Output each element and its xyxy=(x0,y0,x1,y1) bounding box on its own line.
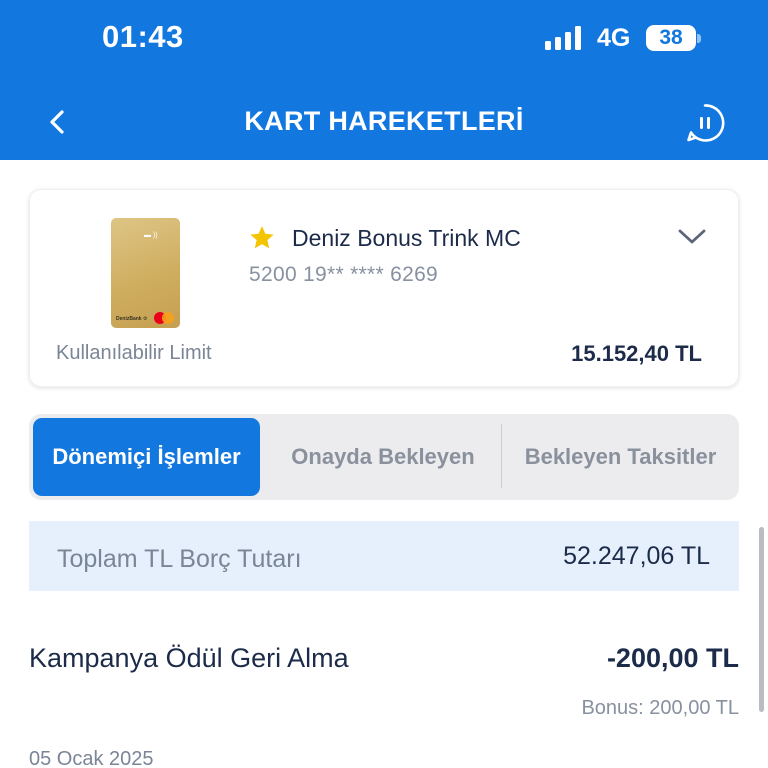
network-type: 4G xyxy=(597,24,631,52)
scrollbar[interactable] xyxy=(759,527,764,712)
card-number: 5200 19** **** 6269 xyxy=(249,263,439,286)
date-header: 05 Ocak 2025 xyxy=(29,748,154,768)
signal-icon xyxy=(545,26,585,50)
battery-icon: 38 xyxy=(646,25,696,51)
limit-label: Kullanılabilir Limit xyxy=(56,342,212,364)
battery-tip xyxy=(697,34,701,43)
chat-pause-icon[interactable] xyxy=(685,103,725,143)
tab-onayda-bekleyen[interactable]: Onayda Bekleyen xyxy=(265,414,501,500)
transaction-amount: -200,00 TL xyxy=(606,643,739,673)
chevron-down-icon[interactable] xyxy=(676,226,708,248)
total-debt-label: Toplam TL Borç Tutarı xyxy=(57,545,302,573)
tab-bar: Dönemiçi İşlemler Onayda Bekleyen Bekley… xyxy=(29,414,739,500)
page-title: KART HAREKETLERİ xyxy=(244,106,524,136)
transaction-bonus: Bonus: 200,00 TL xyxy=(581,697,739,719)
limit-value: 15.152,40 TL xyxy=(571,341,702,366)
card-name: Deniz Bonus Trink MC xyxy=(292,225,521,251)
tab-donemici-islemler[interactable]: Dönemiçi İşlemler xyxy=(33,418,260,496)
tab-bekleyen-taksitler[interactable]: Bekleyen Taksitler xyxy=(502,414,739,500)
card-selector[interactable]: ▬ )) DenizBank ⚙ Deniz Bonus Trink MC 52… xyxy=(29,189,739,387)
star-icon[interactable] xyxy=(248,224,276,252)
status-time: 01:43 xyxy=(102,19,184,54)
total-debt-row: Toplam TL Borç Tutarı 52.247,06 TL xyxy=(29,521,739,591)
transaction-title[interactable]: Kampanya Ödül Geri Alma xyxy=(29,643,349,674)
credit-card-image: ▬ )) DenizBank ⚙ xyxy=(111,218,180,328)
total-debt-value: 52.247,06 TL xyxy=(563,542,710,570)
app-header: 01:43 4G 38 KART HAREKETLERİ xyxy=(0,0,768,160)
